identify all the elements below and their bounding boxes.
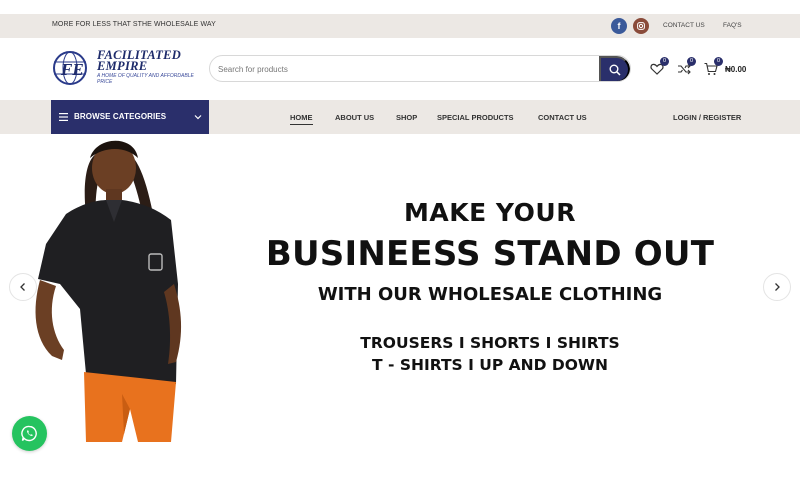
- hero-line-1: MAKE YOUR: [404, 198, 576, 227]
- wishlist-count-badge: 0: [660, 57, 669, 66]
- chevron-right-icon: [775, 283, 780, 291]
- nav-about-us[interactable]: ABOUT US: [335, 113, 374, 122]
- nav-contact-us[interactable]: CONTACT US: [538, 113, 587, 122]
- hero-line-4: TROUSERS I SHORTS I SHIRTS: [360, 334, 620, 352]
- search-button[interactable]: [599, 56, 630, 81]
- hero-line-3: WITH OUR WHOLESALE CLOTHING: [317, 284, 663, 305]
- instagram-icon[interactable]: [633, 18, 649, 34]
- main-nav: BROWSE CATEGORIES HOME ABOUT US SHOP SPE…: [0, 100, 800, 134]
- menu-icon: [59, 113, 68, 121]
- browse-categories-button[interactable]: BROWSE CATEGORIES: [51, 100, 209, 134]
- logo-title-line2: EMPIRE: [97, 59, 148, 73]
- cart-total[interactable]: ₦0.00: [725, 65, 746, 74]
- cart-count-badge: 0: [714, 57, 723, 66]
- cart-button[interactable]: 0: [704, 57, 723, 76]
- login-register-link[interactable]: LOGIN / REGISTER: [673, 113, 741, 122]
- wishlist-button[interactable]: 0: [650, 57, 669, 76]
- header: FE FACILITATED EMPIRE A HOME OF QUALITY …: [0, 38, 800, 100]
- slider-prev-button[interactable]: [9, 273, 37, 301]
- page: MORE FOR LESS THAT STHE WHOLESALE WAY f …: [0, 0, 800, 480]
- search-icon: [609, 64, 621, 76]
- hero-line-2: BUSINEESS STAND OUT: [265, 234, 715, 274]
- whatsapp-icon: [21, 425, 37, 442]
- top-contact-link[interactable]: CONTACT US: [663, 22, 705, 29]
- nav-special-products[interactable]: SPECIAL PRODUCTS: [437, 113, 514, 122]
- top-bar: MORE FOR LESS THAT STHE WHOLESALE WAY f …: [0, 14, 800, 38]
- chevron-down-icon: [194, 115, 202, 120]
- hero-line-5: T - SHIRTS I UP AND DOWN: [372, 356, 608, 374]
- logo-emblem[interactable]: FE: [50, 50, 94, 86]
- search-bar: [209, 55, 631, 82]
- logo-title[interactable]: FACILITATED EMPIRE: [97, 49, 181, 73]
- nav-shop[interactable]: SHOP: [396, 113, 417, 122]
- search-input[interactable]: [218, 61, 588, 77]
- logo-monogram: FE: [60, 60, 84, 79]
- chevron-left-icon: [20, 283, 25, 291]
- compare-button[interactable]: 0: [677, 57, 696, 76]
- hero-slider: MAKE YOUR BUSINEESS STAND OUT WITH OUR W…: [0, 134, 800, 446]
- nav-home[interactable]: HOME: [290, 113, 313, 125]
- model-photo: [35, 140, 182, 442]
- browse-categories-label: BROWSE CATEGORIES: [74, 112, 167, 121]
- top-faq-link[interactable]: FAQ'S: [723, 22, 742, 29]
- compare-count-badge: 0: [687, 57, 696, 66]
- whatsapp-chat-button[interactable]: [12, 416, 47, 451]
- facebook-icon[interactable]: f: [611, 18, 627, 34]
- promo-text: MORE FOR LESS THAT STHE WHOLESALE WAY: [52, 21, 216, 28]
- slider-next-button[interactable]: [763, 273, 791, 301]
- logo-tagline: A HOME OF QUALITY AND AFFORDABLE PRICE: [97, 73, 194, 85]
